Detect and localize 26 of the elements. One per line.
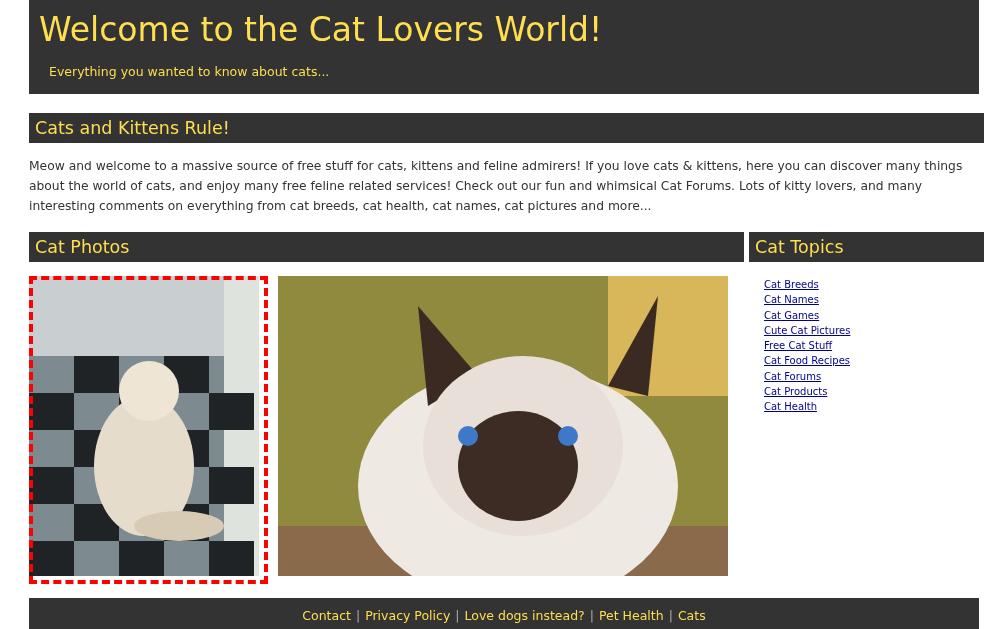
site-title: Welcome to the Cat Lovers World! xyxy=(39,9,604,51)
footer-link[interactable]: Contact xyxy=(302,608,351,629)
site-tagline: Everything you wanted to know about cats... xyxy=(49,64,330,79)
topic-link[interactable]: Cat Food Recipes xyxy=(764,353,850,369)
topic-link[interactable]: Cat Breeds xyxy=(764,277,819,293)
footer-link[interactable]: Cats xyxy=(677,608,706,629)
topic-link[interactable]: Cat Games xyxy=(764,307,820,323)
cat-photo[interactable] xyxy=(278,276,728,576)
cat-photo[interactable] xyxy=(29,276,268,584)
topic-link[interactable]: Cat Products xyxy=(764,384,828,400)
separator: | xyxy=(668,608,673,625)
footer-link[interactable]: Privacy Policy xyxy=(365,608,451,629)
separator: | xyxy=(455,608,460,625)
topic-link[interactable]: Cat Names xyxy=(764,292,819,308)
topic-link[interactable]: Cat Forums xyxy=(764,368,822,385)
topic-link[interactable]: Free Cat Stuff xyxy=(764,338,833,354)
section-heading: Cats and Kittens Rule! xyxy=(29,113,984,143)
separator: | xyxy=(589,608,594,625)
topic-link[interactable]: Cat Health xyxy=(764,399,818,415)
section-heading: Cat Topics xyxy=(749,232,984,262)
footer-link[interactable]: Pet Health xyxy=(598,608,664,629)
section-heading: Cat Photos xyxy=(29,232,744,262)
separator: | xyxy=(355,608,361,625)
intro-paragraph: Meow and welcome to a massive source of free stuff for cats, kittens and feline admirers! If you love cats & kittens, here you can discover many things about the world of cats, and enjoy many free feline related services! Check out our fun and whimsical Cat Forums. Lots of kitty lovers, and many interesting comments on everything from cat breeds, cat health, cat names, cat pictures and more... xyxy=(29,158,964,215)
topic-link[interactable]: Cute Cat Pictures xyxy=(764,322,851,339)
footer-link[interactable]: Love dogs instead? xyxy=(464,608,585,629)
